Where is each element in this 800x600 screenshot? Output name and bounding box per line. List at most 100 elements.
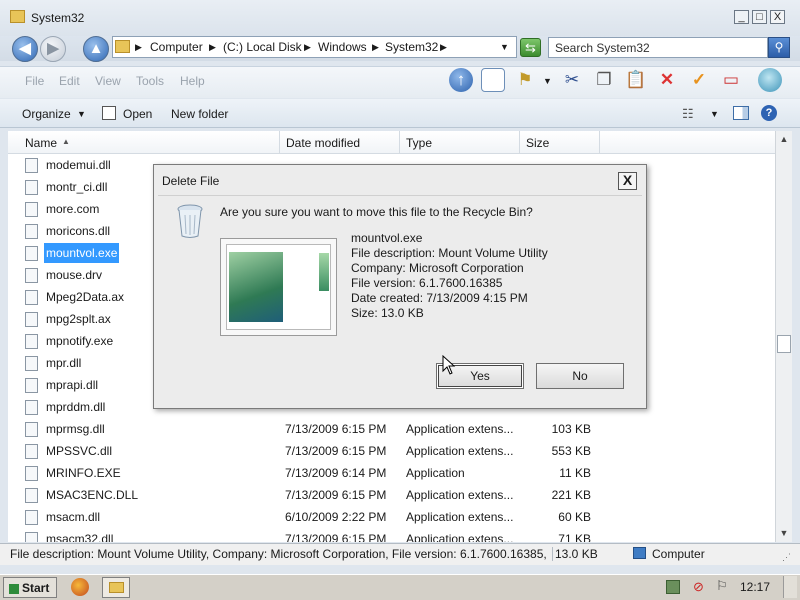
menu-file[interactable]: File: [25, 74, 44, 88]
status-location: Computer: [652, 547, 705, 561]
chevron-down-icon[interactable]: ▼: [77, 109, 86, 119]
up-arrow-icon[interactable]: ↑: [449, 68, 473, 92]
exe-file-icon: [25, 202, 38, 217]
breadcrumb-local-disk[interactable]: (C:) Local Disk: [223, 40, 302, 54]
file-row[interactable]: MSAC3ENC.DLL 7/13/2009 6:15 PM Application…: [8, 484, 768, 506]
menu-edit[interactable]: Edit: [59, 74, 80, 88]
view-options-icon[interactable]: ☷: [682, 106, 694, 122]
file-type: Application extens...: [406, 510, 514, 524]
chevron-right-icon[interactable]: ▶: [440, 42, 447, 53]
paste-icon[interactable]: 📋: [624, 68, 648, 92]
refresh-icon[interactable]: ⇆: [520, 38, 541, 57]
back-button[interactable]: ◀: [12, 36, 38, 62]
no-button[interactable]: No: [536, 363, 624, 389]
command-bar: [0, 99, 800, 128]
column-header: [8, 131, 775, 154]
forward-button[interactable]: ▶: [40, 36, 66, 62]
chevron-right-icon[interactable]: ▶: [304, 42, 311, 53]
preview-pane-icon[interactable]: [733, 106, 749, 120]
help-icon[interactable]: ?: [761, 105, 777, 121]
dialog-close-button[interactable]: X: [618, 172, 637, 190]
scroll-up-icon[interactable]: ▲: [776, 131, 792, 147]
file-date: 7/13/2009 6:14 PM: [285, 466, 387, 480]
column-divider[interactable]: [599, 131, 600, 154]
dll-file-icon: [25, 444, 38, 459]
shell-icon[interactable]: [758, 68, 782, 92]
file-row[interactable]: MPSSVC.dll 7/13/2009 6:15 PM Application e…: [8, 440, 768, 462]
dialog-size: Size: 13.0 KB: [351, 306, 424, 320]
search-input[interactable]: Search System32: [548, 37, 768, 58]
windows-logo-icon: [9, 583, 19, 594]
scrollbar-thumb[interactable]: [777, 335, 791, 353]
dll-file-icon: [25, 158, 38, 173]
search-icon[interactable]: ⚲: [768, 37, 790, 58]
file-date: 7/13/2009 6:15 PM: [285, 444, 387, 458]
chevron-down-icon[interactable]: ▼: [710, 109, 719, 119]
column-divider[interactable]: [399, 131, 400, 154]
breadcrumb-windows[interactable]: Windows: [318, 40, 367, 54]
close-button[interactable]: X: [770, 10, 785, 24]
dialog-question: Are you sure you want to move this file …: [220, 205, 533, 219]
column-size[interactable]: Size: [526, 136, 549, 150]
column-divider[interactable]: [519, 131, 520, 154]
file-size: 60 KB: [558, 510, 591, 524]
chevron-right-icon[interactable]: ▶: [372, 42, 379, 53]
file-size: 11 KB: [559, 466, 591, 480]
volume-muted-icon[interactable]: ⊘: [693, 579, 704, 595]
file-type: Application extens...: [406, 444, 514, 458]
minimize-button[interactable]: _: [734, 10, 749, 24]
mouse-cursor-icon: [442, 355, 456, 375]
resize-grip-icon[interactable]: ⋰: [782, 552, 791, 563]
exe-file-icon: [25, 466, 38, 481]
breadcrumb-computer[interactable]: Computer: [150, 40, 203, 54]
file-row[interactable]: mprmsg.dll 7/13/2009 6:15 PM Application e…: [8, 418, 768, 440]
firefox-icon[interactable]: [71, 578, 89, 596]
network-icon[interactable]: [666, 580, 680, 594]
clock[interactable]: 12:17: [740, 580, 770, 594]
new-folder-button[interactable]: New folder: [171, 107, 228, 121]
file-row[interactable]: msacm32.dll 7/13/2009 6:15 PM Application …: [8, 528, 768, 542]
open-button[interactable]: Open: [123, 107, 152, 121]
file-row[interactable]: MRINFO.EXE 7/13/2009 6:14 PM Application 11…: [8, 462, 768, 484]
file-thumbnail: [220, 238, 337, 336]
chevron-down-icon[interactable]: ▼: [543, 76, 552, 86]
chevron-down-icon[interactable]: ▼: [500, 42, 509, 52]
cut-icon[interactable]: ✂: [560, 68, 584, 92]
breadcrumb-system32[interactable]: System32: [385, 40, 438, 54]
menu-tools[interactable]: Tools: [136, 74, 164, 88]
file-row[interactable]: msacm.dll 6/10/2009 2:22 PM Application ex…: [8, 506, 768, 528]
panes-icon[interactable]: [481, 68, 505, 92]
file-type: Application extens...: [406, 532, 514, 542]
up-button[interactable]: ▲: [83, 36, 109, 62]
column-name[interactable]: Name: [25, 136, 57, 150]
menu-help[interactable]: Help: [180, 74, 205, 88]
maximize-button[interactable]: □: [752, 10, 767, 24]
vertical-scrollbar[interactable]: ▲ ▼: [775, 131, 792, 542]
column-date-modified[interactable]: Date modified: [286, 136, 360, 150]
chevron-right-icon[interactable]: ▶: [209, 42, 216, 53]
scroll-down-icon[interactable]: ▼: [776, 525, 792, 541]
file-name: mprddm.dll: [46, 400, 106, 414]
dialog-file-version: File version: 6.1.7600.16385: [351, 276, 503, 290]
thumbnail-image: [229, 252, 283, 322]
properties-icon[interactable]: ▭: [719, 68, 743, 92]
file-name: more.com: [46, 202, 100, 216]
dll-file-icon: [25, 356, 38, 371]
action-center-flag-icon[interactable]: ⚐: [716, 578, 728, 594]
start-button[interactable]: Start: [3, 577, 57, 598]
folders-icon[interactable]: ⚑: [513, 68, 537, 92]
ax-file-icon: [25, 312, 38, 327]
undo-icon[interactable]: ✓: [687, 68, 711, 92]
address-bar[interactable]: ▶ Computer ▶ (C:) Local Disk ▶ Windows ▶…: [112, 36, 517, 58]
show-desktop-button[interactable]: [783, 576, 797, 598]
column-type[interactable]: Type: [406, 136, 432, 150]
taskbar-explorer-button[interactable]: [102, 577, 130, 598]
menu-view[interactable]: View: [95, 74, 121, 88]
copy-icon[interactable]: ❐: [592, 68, 616, 92]
file-name: MSAC3ENC.DLL: [46, 488, 139, 502]
chevron-right-icon[interactable]: ▶: [135, 42, 142, 53]
column-divider[interactable]: [279, 131, 280, 154]
organize-button[interactable]: Organize: [22, 107, 71, 121]
delete-icon[interactable]: ✕: [655, 68, 679, 92]
file-size: 553 KB: [551, 444, 591, 458]
